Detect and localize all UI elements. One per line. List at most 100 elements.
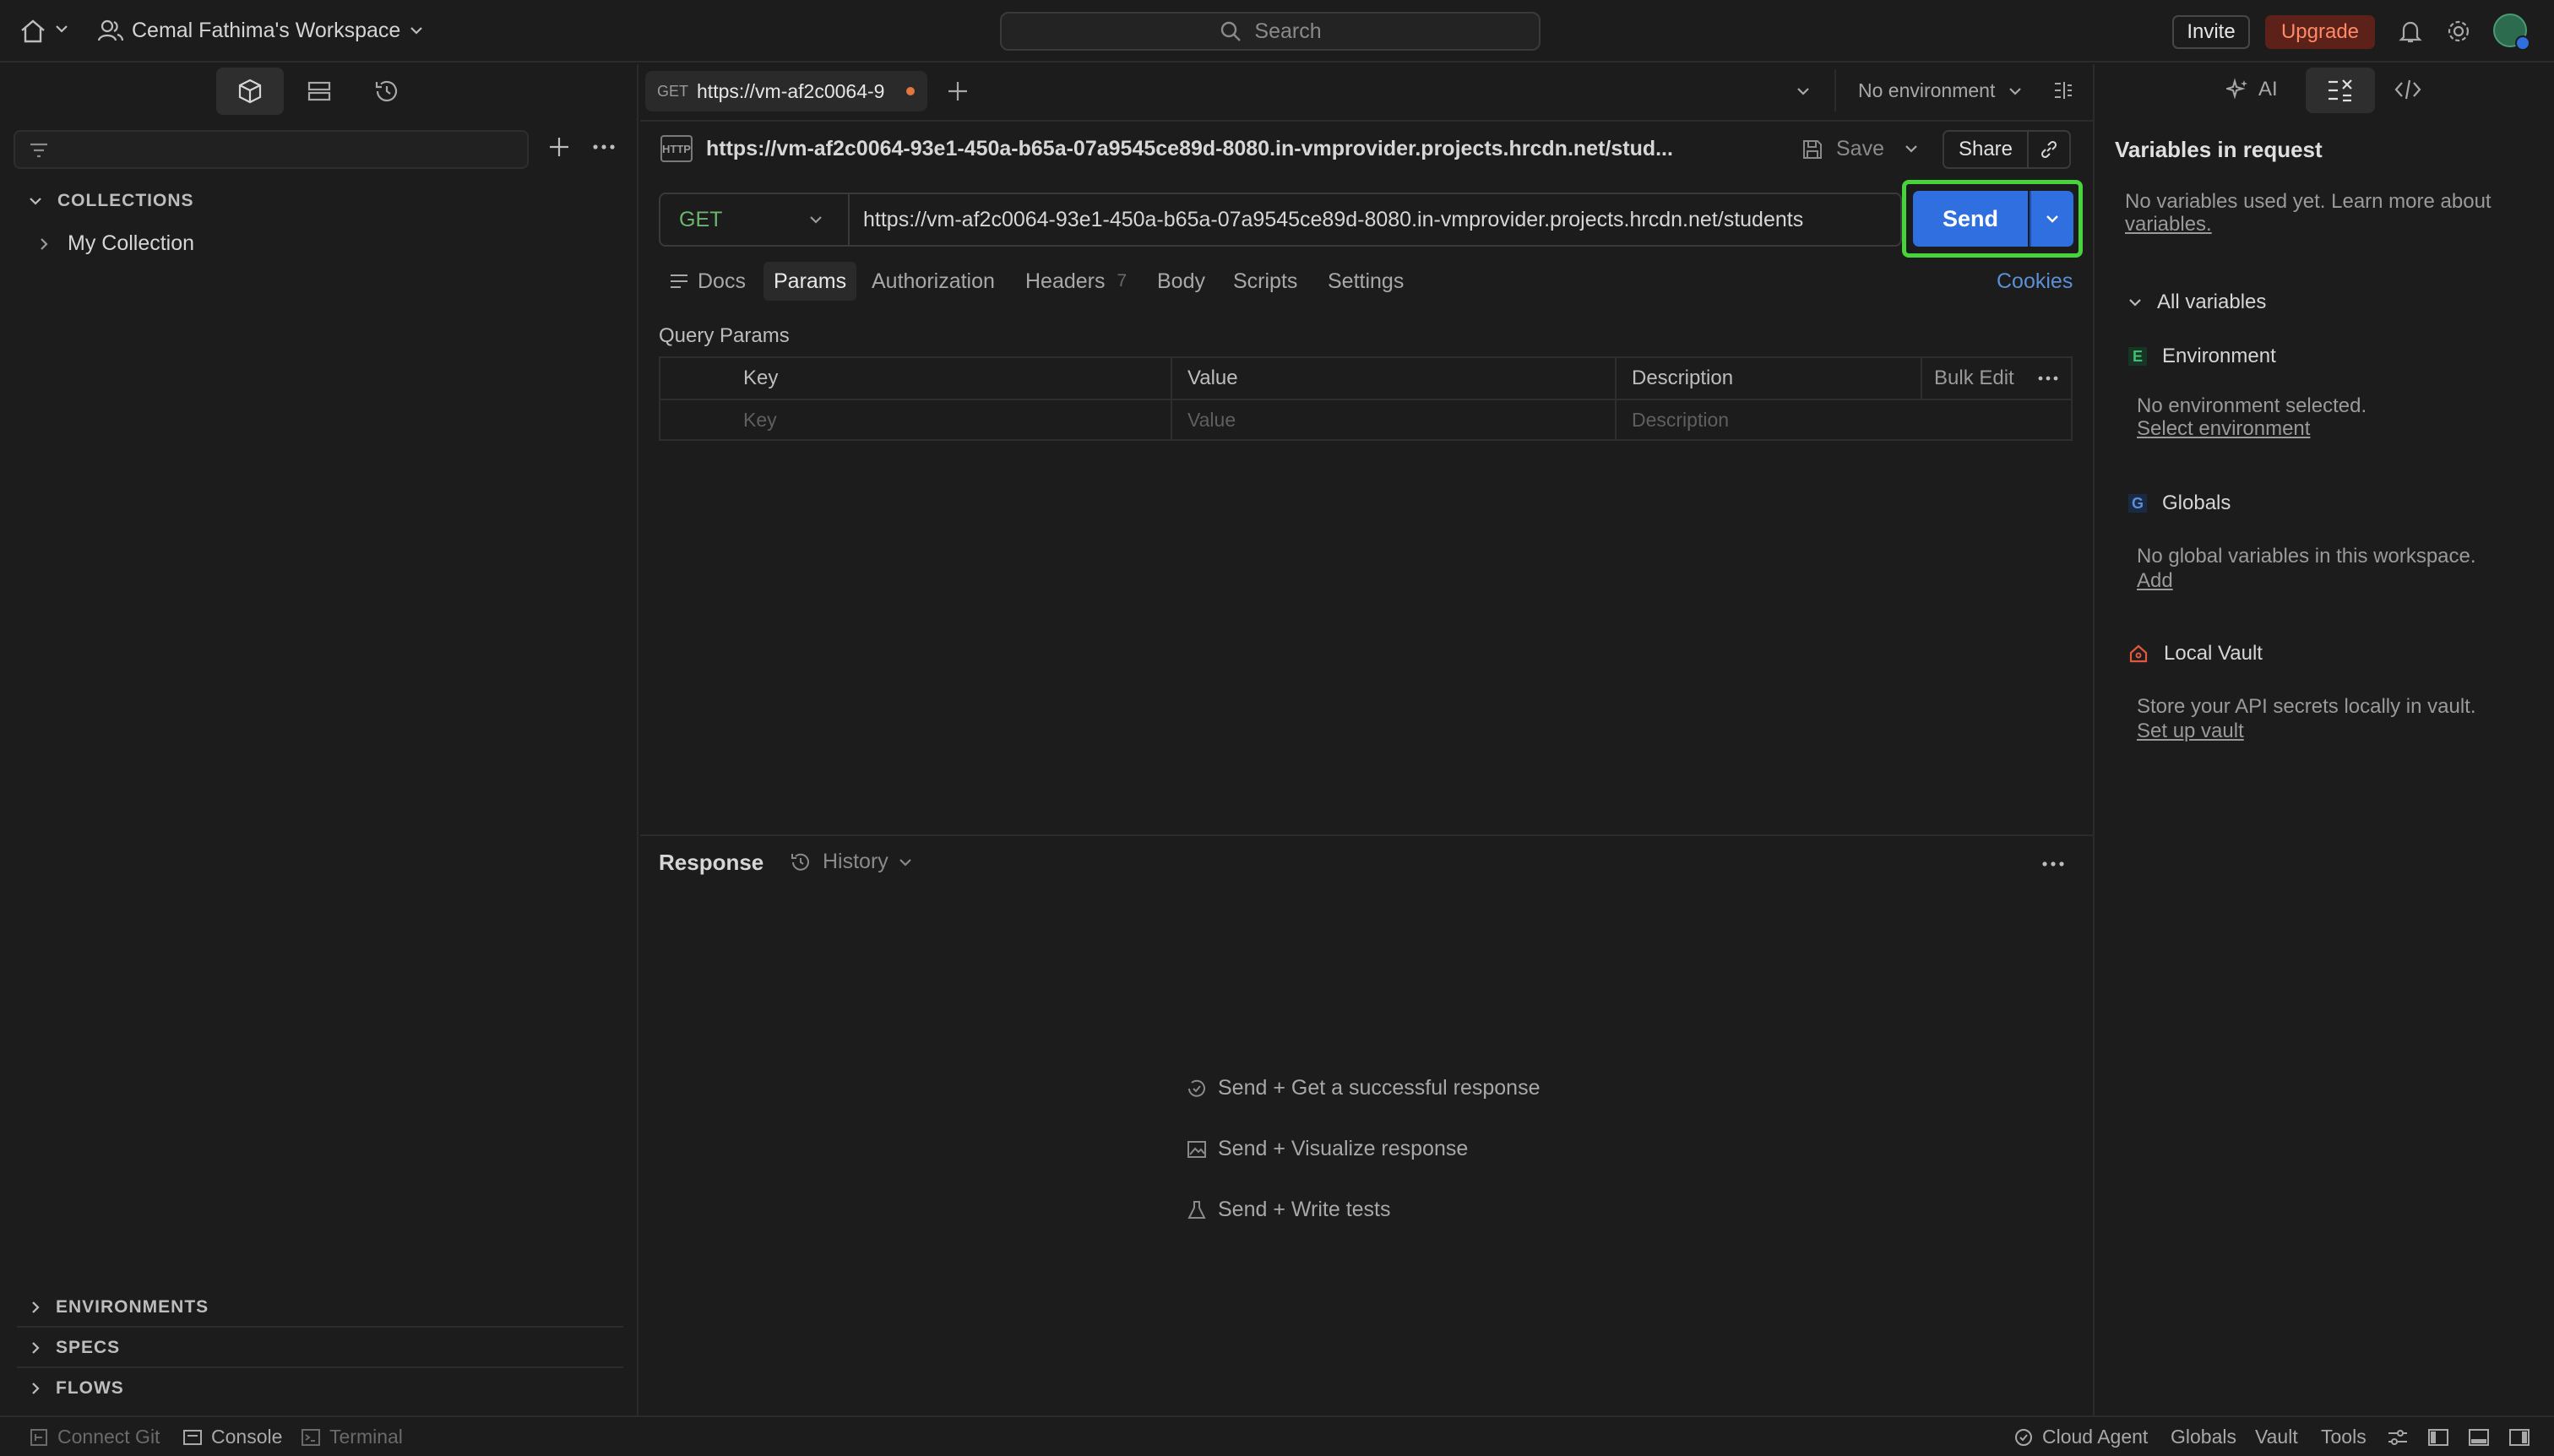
cloud-agent-button[interactable]: Cloud Agent	[2013, 1426, 2148, 1448]
tab-title: https://vm-af2c0064-9	[697, 79, 885, 102]
tools-button[interactable]: Tools	[2321, 1426, 2367, 1448]
environment-empty-text: No environment selected.	[2137, 394, 2367, 417]
toggle-bottom-panel-icon[interactable]	[2468, 1427, 2490, 1448]
specs-section[interactable]: SPECS	[30, 1338, 120, 1358]
chevron-right-icon	[39, 236, 49, 252]
url-input[interactable]: https://vm-af2c0064-93e1-450a-b65a-07a95…	[863, 194, 1803, 245]
sliders-icon[interactable]	[2387, 1427, 2409, 1448]
avatar[interactable]	[2493, 14, 2530, 51]
sparkle-icon	[2226, 78, 2247, 100]
description-input[interactable]: Description	[1632, 400, 1729, 439]
bell-icon[interactable]	[2399, 19, 2422, 44]
connect-git-button[interactable]: Connect Git	[29, 1426, 160, 1448]
workspace-name[interactable]: Cemal Fathima's Workspace	[132, 19, 400, 43]
tab-settings[interactable]: Settings	[1328, 262, 1404, 301]
search-bar[interactable]: Search	[1000, 12, 1541, 51]
tab-authorization[interactable]: Authorization	[872, 262, 995, 301]
image-icon	[1187, 1140, 1206, 1158]
history-tab-icon[interactable]	[353, 68, 421, 115]
cookies-link[interactable]: Cookies	[1997, 262, 2073, 301]
http-icon: HTTP	[660, 135, 693, 162]
toggle-right-panel-icon[interactable]	[2508, 1427, 2530, 1448]
filter-icon	[29, 141, 49, 160]
all-variables-toggle[interactable]: All variables	[2128, 291, 2266, 314]
response-divider[interactable]	[640, 834, 2093, 836]
more-options-icon[interactable]	[591, 135, 617, 159]
value-input[interactable]: Value	[1187, 400, 1236, 439]
globals-button[interactable]: Globals	[2171, 1426, 2236, 1448]
flows-section[interactable]: FLOWS	[30, 1378, 124, 1399]
specs-heading: SPECS	[56, 1338, 121, 1357]
bulk-edit-button[interactable]: Bulk Edit	[1934, 358, 2014, 399]
chevron-right-icon	[30, 1301, 41, 1314]
environment-quick-look-icon[interactable]	[2052, 79, 2074, 101]
check-circle-icon	[2015, 1428, 2032, 1446]
invite-button[interactable]: Invite	[2172, 15, 2250, 49]
request-name[interactable]: https://vm-af2c0064-93e1-450a-b65a-07a95…	[706, 137, 1673, 161]
set-up-vault-link[interactable]: Set up vault	[2137, 720, 2244, 743]
collections-section[interactable]: COLLECTIONS	[29, 191, 194, 211]
vault-icon	[2129, 644, 2148, 663]
git-icon	[30, 1428, 47, 1446]
divider	[1834, 69, 1836, 111]
collection-filter-input[interactable]	[14, 130, 529, 169]
environment-selector[interactable]: No environment	[1858, 79, 2022, 102]
save-button[interactable]: Save	[1801, 137, 1884, 161]
clock-check-icon	[1188, 1079, 1205, 1097]
environment-section[interactable]: E Environment	[2128, 345, 2276, 368]
method-selector[interactable]: GET	[660, 194, 850, 245]
add-icon[interactable]	[547, 135, 571, 159]
chevron-down-icon[interactable]	[54, 24, 69, 34]
globals-section[interactable]: G Globals	[2128, 492, 2231, 515]
tab-scripts[interactable]: Scripts	[1233, 262, 1297, 301]
response-more-icon[interactable]	[2040, 853, 2066, 875]
collection-name: My Collection	[68, 231, 195, 255]
workspace-chevron-icon[interactable]	[409, 25, 424, 35]
send-dropdown-button[interactable]	[2030, 191, 2073, 247]
terminal-icon	[302, 1428, 320, 1446]
flask-icon	[1187, 1200, 1206, 1219]
vault-text: Store your API secrets locally in vault.	[2137, 695, 2476, 718]
column-value: Value	[1187, 367, 1238, 389]
tab-docs[interactable]: Docs	[669, 262, 746, 301]
tab-headers[interactable]: Headers 7	[1025, 262, 1127, 301]
environments-section[interactable]: ENVIRONMENTS	[30, 1297, 209, 1317]
toggle-sidebar-icon[interactable]	[2427, 1427, 2449, 1448]
collections-tab-icon[interactable]	[216, 68, 284, 115]
vault-button[interactable]: Vault	[2255, 1426, 2298, 1448]
terminal-button[interactable]: Terminal	[301, 1426, 403, 1448]
variables-link[interactable]: variables.	[2125, 213, 2212, 236]
search-icon	[1219, 19, 1242, 43]
upgrade-button[interactable]: Upgrade	[2265, 15, 2375, 49]
tab-body[interactable]: Body	[1157, 262, 1205, 301]
divider	[640, 120, 2093, 122]
tabs-dropdown-icon[interactable]	[1796, 86, 1811, 96]
environments-heading: ENVIRONMENTS	[56, 1297, 209, 1317]
add-global-link[interactable]: Add	[2137, 569, 2173, 593]
key-input[interactable]: Key	[743, 400, 777, 439]
select-environment-link[interactable]: Select environment	[2137, 417, 2310, 441]
headers-count: 7	[1117, 271, 1128, 291]
tab-params[interactable]: Params	[763, 262, 857, 301]
code-icon[interactable]	[2394, 78, 2422, 101]
variables-tab-icon[interactable]	[2306, 68, 2375, 113]
local-vault-section[interactable]: Local Vault	[2128, 642, 2263, 666]
gear-icon[interactable]	[2446, 19, 2471, 44]
request-tab[interactable]: GET https://vm-af2c0064-9	[645, 71, 927, 111]
collection-item[interactable]: My Collection	[39, 231, 194, 256]
copy-link-icon[interactable]	[2029, 132, 2069, 167]
more-options-icon[interactable]	[2037, 368, 2059, 388]
chevron-down-icon	[810, 216, 822, 224]
save-dropdown-icon[interactable]	[1904, 144, 1919, 154]
send-highlight: Send	[1902, 180, 2083, 258]
home-icon[interactable]	[19, 19, 47, 44]
new-tab-icon[interactable]	[946, 79, 970, 103]
send-button[interactable]: Send	[1913, 191, 2028, 247]
divider	[17, 1366, 623, 1368]
history-dropdown[interactable]: History	[789, 850, 912, 874]
console-button[interactable]: Console	[182, 1426, 282, 1448]
environments-tab-icon[interactable]	[285, 68, 353, 115]
top-bar: Cemal Fathima's Workspace Search Invite …	[0, 0, 2554, 62]
ai-tab[interactable]: AI	[2226, 78, 2278, 101]
share-button[interactable]: Share	[1944, 132, 2029, 167]
